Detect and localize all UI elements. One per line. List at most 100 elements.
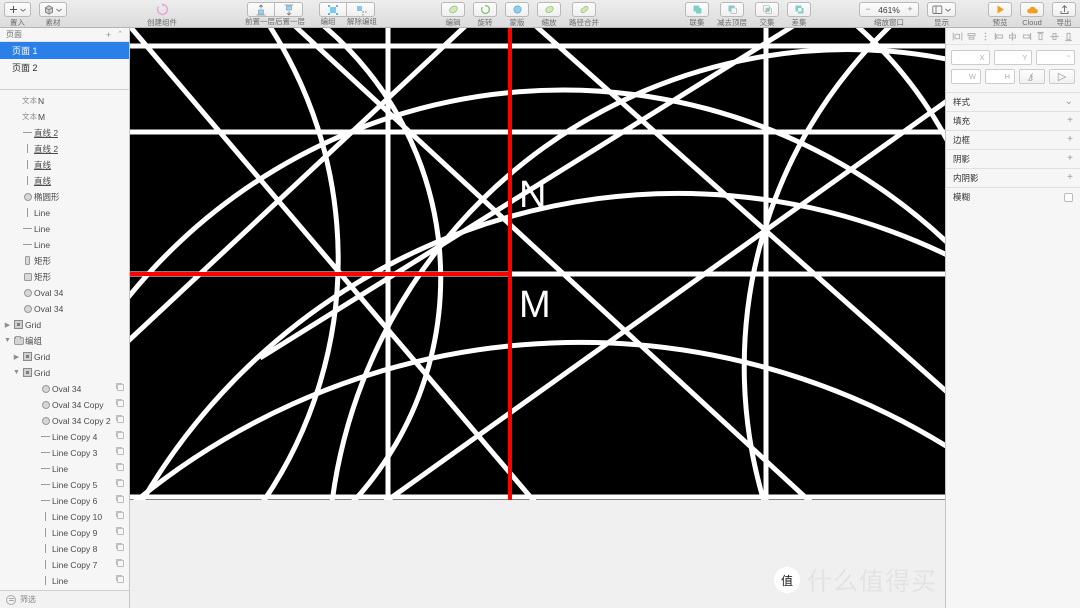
- edit-icon[interactable]: [441, 2, 465, 17]
- layer-row[interactable]: Line: [0, 573, 129, 589]
- align-left-icon[interactable]: [952, 31, 963, 42]
- x-field[interactable]: X: [951, 50, 990, 65]
- layer-row[interactable]: Oval 34 Copy: [0, 397, 129, 413]
- flatten-path-button[interactable]: 路径合并: [565, 0, 603, 28]
- bring-forward-icon[interactable]: [247, 2, 275, 17]
- layer-row[interactable]: Line Copy 4: [0, 429, 129, 445]
- rotation-field[interactable]: °: [1036, 50, 1076, 65]
- distribute-h-icon[interactable]: [980, 31, 991, 42]
- guide-line-horizontal[interactable]: [130, 272, 512, 276]
- align-middle-icon[interactable]: [1007, 31, 1018, 42]
- align-center-h-icon[interactable]: [966, 31, 977, 42]
- layer-row[interactable]: Line Copy 6: [0, 493, 129, 509]
- layer-row[interactable]: Line: [0, 221, 129, 237]
- layer-row[interactable]: ▼ 编组: [0, 333, 129, 349]
- layer-row[interactable]: Line: [0, 461, 129, 477]
- layer-row[interactable]: 直线: [0, 157, 129, 173]
- create-symbol-button[interactable]: 创建组件: [143, 0, 181, 28]
- play-icon[interactable]: [988, 2, 1012, 17]
- layer-row[interactable]: Oval 34: [0, 381, 129, 397]
- flip-v-icon[interactable]: [1049, 69, 1075, 84]
- export-button[interactable]: 导出: [1048, 0, 1080, 28]
- align-bottom-icon[interactable]: [1063, 31, 1074, 42]
- align-center-v-icon[interactable]: [1049, 31, 1060, 42]
- assets-button[interactable]: 素材: [35, 0, 71, 28]
- union-button[interactable]: 联集: [681, 0, 713, 28]
- section-style[interactable]: 样式 ⌄: [946, 92, 1080, 111]
- disclosure-expanded-icon[interactable]: ▼: [3, 337, 12, 344]
- layer-row[interactable]: Line Copy 9: [0, 525, 129, 541]
- cloud-icon[interactable]: [1020, 2, 1044, 17]
- difference-icon[interactable]: [787, 2, 811, 17]
- add-fill-icon[interactable]: +: [1067, 116, 1073, 126]
- intersect-button[interactable]: 交集: [751, 0, 783, 28]
- subtract-button[interactable]: 减去顶层: [713, 0, 751, 28]
- layers-filter-bar[interactable]: 筛选: [0, 590, 129, 608]
- ungroup-icon[interactable]: [347, 2, 375, 17]
- layer-row[interactable]: ▶ Grid: [0, 317, 129, 333]
- zoom-control[interactable]: − 461% + 缩放窗口: [855, 0, 923, 28]
- zoom-value[interactable]: 461%: [874, 5, 904, 15]
- guide-line-vertical[interactable]: [508, 28, 512, 500]
- flatten-icon[interactable]: [572, 2, 596, 17]
- layer-row[interactable]: 直线: [0, 173, 129, 189]
- rotate-button[interactable]: 旋转: [469, 0, 501, 28]
- align-top-icon[interactable]: [1035, 31, 1046, 42]
- zoom-stepper-icon[interactable]: − 461% +: [859, 2, 919, 17]
- group-icon[interactable]: [319, 2, 347, 17]
- section-border[interactable]: 边框 +: [946, 130, 1080, 149]
- layer-row[interactable]: 文本 M: [0, 109, 129, 125]
- layer-row[interactable]: ▼ Grid: [0, 365, 129, 381]
- blur-checkbox[interactable]: [1064, 192, 1073, 202]
- plus-chevron-icon[interactable]: [4, 2, 31, 17]
- cloud-button[interactable]: Cloud: [1016, 0, 1048, 28]
- mask-button[interactable]: 蒙版: [501, 0, 533, 28]
- layer-row[interactable]: Line Copy 3: [0, 445, 129, 461]
- disclosure-collapsed-icon[interactable]: ▶: [12, 353, 21, 361]
- arrange-segment[interactable]: [247, 2, 303, 17]
- subtract-icon[interactable]: [720, 2, 744, 17]
- canvas-area[interactable]: N M 值 什么值得买: [130, 28, 945, 608]
- page-item-2[interactable]: 页面 2: [0, 59, 129, 76]
- layers-list[interactable]: 文本 N 文本 M 直线 2 直线 2 直线 直线 椭圆形 Line Line Line 矩形 矩形 Ova…: [0, 90, 129, 590]
- group-segment[interactable]: [319, 2, 375, 17]
- intersect-icon[interactable]: [755, 2, 779, 17]
- zoom-in-button[interactable]: +: [904, 3, 916, 16]
- preview-button[interactable]: 预览: [984, 0, 1016, 28]
- artboard[interactable]: N M: [130, 28, 945, 500]
- chevron-up-icon[interactable]: ⌃: [117, 30, 123, 40]
- flip-h-icon[interactable]: [1019, 69, 1045, 84]
- layer-row[interactable]: 椭圆形: [0, 189, 129, 205]
- layer-row[interactable]: 直线 2: [0, 125, 129, 141]
- alignment-toolbar[interactable]: [946, 28, 1080, 45]
- layer-row[interactable]: Line: [0, 237, 129, 253]
- section-blur[interactable]: 模糊: [946, 187, 1080, 206]
- disclosure-expanded-icon[interactable]: ▼: [12, 369, 21, 376]
- page-item-1[interactable]: 页面 1: [0, 42, 129, 60]
- align-left-edge-icon[interactable]: [994, 31, 1005, 42]
- layer-row[interactable]: Line Copy 5: [0, 477, 129, 493]
- layer-row[interactable]: 文本 N: [0, 93, 129, 109]
- disclosure-collapsed-icon[interactable]: ▶: [3, 321, 12, 329]
- layer-row[interactable]: Line: [0, 205, 129, 221]
- insert-button[interactable]: 置入: [0, 0, 35, 28]
- send-backward-icon[interactable]: [275, 2, 303, 17]
- symbol-icon[interactable]: [150, 2, 174, 17]
- scale-icon[interactable]: [537, 2, 561, 17]
- union-icon[interactable]: [685, 2, 709, 17]
- height-field[interactable]: H: [985, 69, 1015, 84]
- view-options-button[interactable]: 显示: [923, 0, 960, 28]
- plus-icon[interactable]: +: [106, 30, 111, 40]
- chevron-down-icon[interactable]: ⌄: [1065, 97, 1073, 107]
- layer-row[interactable]: Line Copy 7: [0, 557, 129, 573]
- filter-icon[interactable]: [6, 594, 16, 605]
- layer-row[interactable]: Line Copy 8: [0, 541, 129, 557]
- layer-row[interactable]: 矩形: [0, 269, 129, 285]
- y-field[interactable]: Y: [993, 50, 1033, 65]
- view-options-icon[interactable]: [927, 2, 956, 17]
- rotate-icon[interactable]: [473, 2, 497, 17]
- layer-row[interactable]: Oval 34: [0, 301, 129, 317]
- scale-button[interactable]: 缩放: [533, 0, 565, 28]
- layer-row[interactable]: Oval 34 Copy 2: [0, 413, 129, 429]
- zoom-out-button[interactable]: −: [862, 3, 874, 16]
